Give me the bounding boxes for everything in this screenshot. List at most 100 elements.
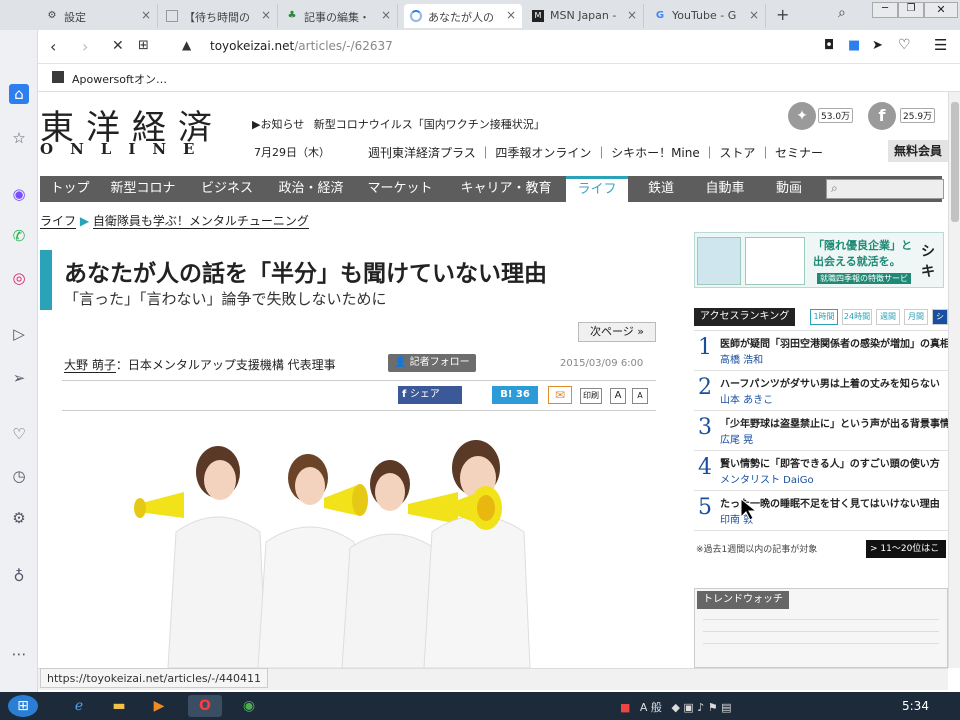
rank-title[interactable]: 医師が疑問「羽田空港関係者の感染が増加」の真相 [720, 335, 948, 350]
close-icon[interactable]: × [749, 8, 759, 22]
rank-author[interactable]: 広尾 晃 [720, 431, 753, 446]
breadcrumb-life[interactable]: ライフ [40, 214, 77, 229]
ranking-tab-week[interactable]: 週間 [876, 309, 900, 325]
print-button[interactable]: 印刷 [580, 388, 602, 404]
ranking-tab-more[interactable]: シ [932, 309, 948, 325]
more-icon[interactable]: ⋯ [9, 644, 29, 664]
ranking-tab-1h[interactable]: 1時間 [810, 309, 838, 325]
history-icon[interactable]: ◷ [9, 466, 29, 486]
whatsapp-icon[interactable]: ✆ [9, 226, 29, 246]
nav-corona[interactable]: 新型コロナ [102, 176, 184, 202]
send-icon[interactable]: ➢ [9, 368, 29, 388]
rank-author[interactable]: 高橋 浩和 [720, 351, 763, 366]
next-page-button[interactable]: 次ページ » [578, 322, 656, 342]
minimize-icon[interactable]: ─ [872, 2, 898, 18]
ranking-tab-24h[interactable]: 24時間 [842, 309, 872, 325]
media-player-icon[interactable]: ▶ [142, 695, 176, 717]
rank-title[interactable]: ハーフパンツがダサい男は上着の丈みを知らない [720, 375, 940, 390]
close-icon[interactable]: × [627, 8, 637, 22]
list-item[interactable]: 4 賢い情勢に「即答できる人」のすごい頭の使い方 メンタリスト DaiGo [694, 451, 948, 491]
nav-auto[interactable]: 自動車 [694, 176, 756, 202]
tab-edit-article[interactable]: ♣ 記事の編集・ × [280, 4, 398, 28]
start-button[interactable]: ⊞ [8, 695, 38, 717]
messenger-icon[interactable]: ◉ [9, 184, 29, 204]
list-item[interactable]: 5 たった一晩の睡眠不足を甘く見てはいけない理由 印南 敦 [694, 491, 948, 531]
nav-business[interactable]: ビジネス [190, 176, 264, 202]
ie-icon[interactable]: ℯ [62, 695, 96, 717]
tab-msn[interactable]: M MSN Japan - × [526, 4, 644, 28]
facebook-icon[interactable]: f [868, 102, 896, 130]
hatena-bookmark-button[interactable]: B! 36 [492, 386, 538, 404]
twitter-icon[interactable]: ✦ [788, 102, 816, 130]
tab-waiting[interactable]: 【待ち時間の × [160, 4, 278, 28]
mail-icon[interactable]: ✉ [548, 386, 572, 404]
ime-indicator[interactable]: A 般 [640, 701, 662, 714]
heart-icon[interactable]: ♡ [9, 424, 29, 444]
ranking-more-button[interactable]: > 11～20位はこ [866, 540, 946, 558]
member-button[interactable]: 無料会員 [888, 140, 948, 162]
url-field[interactable]: toyokeizai.net/articles/-/62637 [210, 39, 393, 53]
close-window-icon[interactable]: ✕ [924, 2, 958, 18]
opera-taskbar-icon[interactable]: O [188, 695, 222, 717]
scrollbar-thumb[interactable] [951, 102, 959, 222]
font-small-button[interactable]: A [632, 388, 648, 404]
follow-button[interactable]: 👤 記者フォロー [388, 354, 476, 372]
search-tabs-icon[interactable]: ⌕ [838, 5, 846, 21]
shield-icon[interactable]: ■ [848, 38, 860, 53]
tray-red-icon[interactable]: ■ [620, 701, 630, 714]
tab-current-article[interactable]: あなたが人の × [404, 4, 522, 28]
page-scrollbar[interactable] [948, 92, 960, 668]
maximize-icon[interactable]: ❐ [898, 2, 924, 18]
close-icon[interactable]: × [261, 8, 271, 22]
nav-market[interactable]: マーケット [360, 176, 440, 202]
tab-youtube[interactable]: G YouTube - G × [648, 4, 766, 28]
tab-settings[interactable]: ⚙ 設定 × [40, 4, 158, 28]
location-icon[interactable]: ♁ [9, 566, 29, 586]
clock[interactable]: 5:34 [902, 699, 929, 713]
close-icon[interactable]: × [141, 8, 151, 22]
forward-icon[interactable]: › [82, 37, 88, 56]
ranking-tab-month[interactable]: 月間 [904, 309, 928, 325]
home-icon[interactable]: ⌂ [9, 84, 29, 104]
settings-icon[interactable]: ⚙ [9, 508, 29, 528]
warning-icon[interactable]: ▲ [182, 38, 191, 52]
link-store[interactable]: ストア [719, 146, 755, 160]
stop-icon[interactable]: ✕ [112, 38, 124, 54]
close-icon[interactable]: × [506, 8, 516, 22]
link-shikiho-mine[interactable]: シキホー！Mine [611, 146, 700, 160]
tiles-icon[interactable]: ⊞ [138, 38, 149, 53]
explorer-icon[interactable]: ▬ [102, 695, 136, 717]
rank-title[interactable]: 「少年野球は盗塁禁止に」という声が出る背景事情 [720, 415, 948, 430]
nav-politics[interactable]: 政治・経済 [270, 176, 352, 202]
font-large-button[interactable]: A [610, 388, 626, 404]
list-item[interactable]: 3 「少年野球は盗塁禁止に」という声が出る背景事情 広尾 晃 [694, 411, 948, 451]
notice-link[interactable]: 新型コロナウイルス「国内ワクチン接種状況」 [314, 118, 545, 131]
rank-title[interactable]: 賢い情勢に「即答できる人」のすごい頭の使い方 [720, 455, 940, 470]
send-to-icon[interactable]: ➤ [872, 38, 883, 53]
heart-icon[interactable]: ♡ [898, 37, 911, 53]
camera-icon[interactable]: ◘ [824, 38, 834, 53]
nav-railway[interactable]: 鉄道 [634, 176, 688, 202]
ad-banner[interactable]: 「隠れ優良企業」と 出会える就活を。 シキ 就職四季報の特徴サービ [694, 232, 944, 288]
list-item[interactable]: 2 ハーフパンツがダサい男は上着の丈みを知らない 山本 あきこ [694, 371, 948, 411]
nav-career[interactable]: キャリア・教育 [450, 176, 562, 202]
breadcrumb-current[interactable]: 自衛隊員も学ぶ！メンタルチューニング [92, 214, 309, 229]
link-weekly-plus[interactable]: 週刊東洋経済プラス [368, 146, 476, 160]
search-input[interactable]: ⌕ [826, 179, 944, 199]
star-icon[interactable]: ☆ [9, 128, 29, 148]
back-icon[interactable]: ‹ [50, 37, 56, 56]
player-icon[interactable]: ▷ [9, 324, 29, 344]
chrome-icon[interactable]: ◉ [232, 695, 266, 717]
instagram-icon[interactable]: ◎ [9, 268, 29, 288]
facebook-share-button[interactable]: f シェア [398, 386, 462, 404]
new-tab-button[interactable]: + [776, 5, 789, 24]
author-name[interactable]: 大野 萌子 [64, 358, 116, 373]
link-seminar[interactable]: セミナー [775, 146, 823, 160]
rank-author[interactable]: 山本 あきこ [720, 391, 773, 406]
nav-top[interactable]: トップ [44, 176, 96, 202]
menu-icon[interactable]: ☰ [934, 36, 947, 54]
close-icon[interactable]: × [381, 8, 391, 22]
bookmark-apowersoft[interactable]: Apowersoftオン… [72, 71, 167, 87]
link-shikiho-online[interactable]: 四季報オンライン [495, 146, 591, 160]
rank-author[interactable]: メンタリスト DaiGo [720, 471, 814, 486]
